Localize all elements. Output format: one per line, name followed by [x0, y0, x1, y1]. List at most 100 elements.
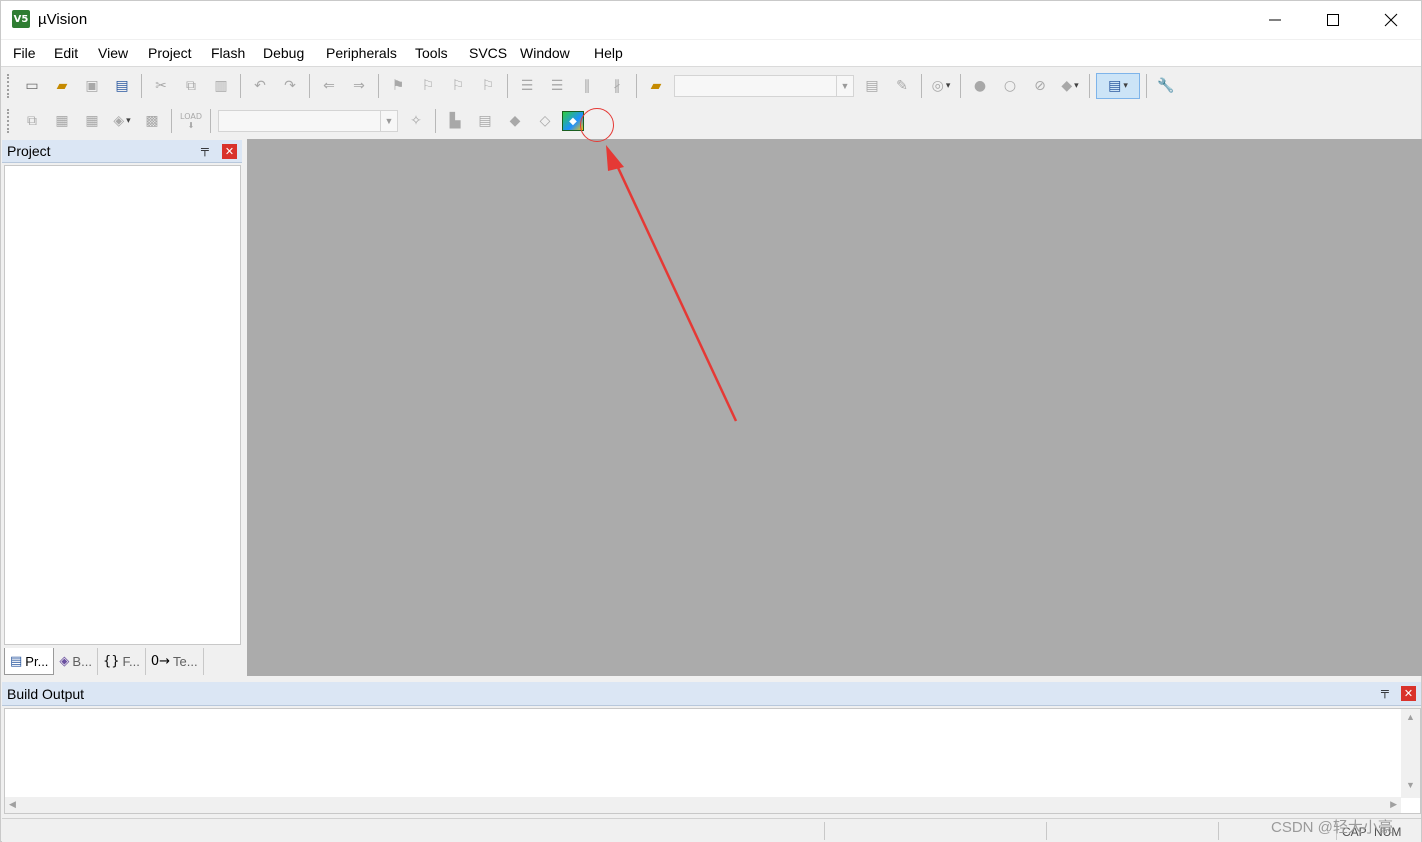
minimize-button[interactable]: [1246, 1, 1304, 39]
window-title: µVision: [38, 11, 88, 28]
new-file-icon[interactable]: ▭: [19, 73, 45, 99]
editor-area[interactable]: [247, 139, 1422, 676]
chevron-down-icon[interactable]: ▼: [380, 111, 397, 131]
toolbar-grip[interactable]: [7, 74, 11, 98]
insert-breakpoint-icon[interactable]: ●: [967, 73, 993, 99]
select-packs-icon[interactable]: ◆: [502, 108, 528, 134]
kill-breakpoints-icon[interactable]: ◆: [1057, 73, 1083, 99]
close-pane-button[interactable]: ✕: [222, 144, 237, 159]
file-toolbar: ▭ ▰ ▣ ▤ ✂ ⧉ ▥ ↶ ↷ ⇐ ⇒ ⚑ ⚐ ⚐ ⚐ ☰ ☰ ∥ ∦ ▰ …: [7, 70, 1181, 102]
templates-tab-icon: 0→: [150, 654, 170, 669]
menu-project[interactable]: Project: [148, 45, 192, 61]
menu-help[interactable]: Help: [594, 45, 623, 61]
build-icon[interactable]: ▦: [49, 108, 75, 134]
maximize-button[interactable]: [1304, 1, 1362, 39]
horizontal-scrollbar[interactable]: ◀ ▶: [5, 797, 1401, 813]
translate-icon[interactable]: ⧉: [19, 108, 45, 134]
project-tab-icon: ▤: [10, 653, 23, 669]
open-file-icon[interactable]: ▰: [49, 73, 75, 99]
batch-build-icon[interactable]: ◈: [109, 108, 135, 134]
menu-tools[interactable]: Tools: [415, 45, 448, 61]
clear-bookmarks-icon[interactable]: ⚐: [475, 73, 501, 99]
target-options-icon[interactable]: ✧: [403, 108, 429, 134]
tab-templates[interactable]: 0→ Te...: [146, 648, 204, 675]
toolbar-grip[interactable]: [7, 109, 11, 133]
pin-icon[interactable]: ╤: [1381, 686, 1389, 698]
configure-icon[interactable]: 🔧: [1153, 73, 1179, 99]
find-in-files-icon[interactable]: ▰: [643, 73, 669, 99]
rebuild-icon[interactable]: ▦: [79, 108, 105, 134]
menu-file[interactable]: File: [13, 45, 36, 61]
csdn-watermark: CSDN @轻大小豪: [1271, 819, 1393, 836]
undo-icon[interactable]: ↶: [247, 73, 273, 99]
stop-build-icon[interactable]: ▩: [139, 108, 165, 134]
menu-window[interactable]: Window: [520, 45, 570, 61]
tab-functions[interactable]: {} F...: [98, 648, 146, 675]
prev-bookmark-icon[interactable]: ⚐: [415, 73, 441, 99]
scroll-right-icon[interactable]: ▶: [1390, 799, 1397, 810]
tab-project[interactable]: ▤ Pr...: [4, 648, 55, 675]
build-output-header: Build Output ╤ ✕: [2, 682, 1421, 706]
paste-icon[interactable]: ▥: [208, 73, 234, 99]
tab-functions-label: F...: [122, 654, 140, 669]
download-icon[interactable]: LOAD ⬇: [178, 108, 204, 134]
status-divider: [1218, 822, 1219, 840]
manage-components-icon[interactable]: ▤: [472, 108, 498, 134]
load-label: LOAD: [180, 112, 202, 121]
annotation-circle: [580, 108, 614, 142]
incremental-find-icon[interactable]: ✎: [889, 73, 915, 99]
project-tree[interactable]: [4, 165, 241, 645]
file-extensions-icon[interactable]: ▙: [442, 108, 468, 134]
uncomment-icon[interactable]: ∦: [604, 73, 630, 99]
close-build-output-button[interactable]: ✕: [1401, 686, 1416, 701]
close-icon: [1384, 13, 1398, 27]
save-icon[interactable]: ▣: [79, 73, 105, 99]
redo-icon[interactable]: ↷: [277, 73, 303, 99]
menu-svcs[interactable]: SVCS: [469, 45, 507, 61]
vertical-scrollbar[interactable]: ▲ ▼: [1401, 709, 1420, 798]
scroll-up-icon[interactable]: ▲: [1401, 709, 1420, 722]
menu-peripherals[interactable]: Peripherals: [326, 45, 397, 61]
toolbar-separator: [507, 74, 508, 98]
save-all-icon[interactable]: ▤: [109, 73, 135, 99]
pin-icon[interactable]: ╤: [201, 144, 209, 156]
target-select-combo[interactable]: ▼: [218, 110, 398, 132]
copy-icon[interactable]: ⧉: [178, 73, 204, 99]
navigate-forward-icon[interactable]: ⇒: [346, 73, 372, 99]
status-divider: [1046, 822, 1047, 840]
pack-installer-icon[interactable]: ◇: [532, 108, 558, 134]
uvision-logo-icon: V5: [12, 10, 30, 28]
menu-debug[interactable]: Debug: [263, 45, 304, 61]
status-bar: CAP NUM: [2, 818, 1421, 842]
cut-icon[interactable]: ✂: [148, 73, 174, 99]
debug-session-icon[interactable]: ◎: [928, 73, 954, 99]
tab-project-label: Pr...: [25, 653, 49, 669]
next-bookmark-icon[interactable]: ⚐: [445, 73, 471, 99]
uvision-window: V5 µVision File Edit View Project Flash …: [0, 0, 1422, 842]
books-tab-icon: ◈: [59, 654, 70, 669]
chevron-down-icon[interactable]: ▼: [836, 76, 853, 96]
find-combo[interactable]: ▼: [674, 75, 854, 97]
minimize-icon: [1269, 19, 1281, 21]
bookmark-icon[interactable]: ⚑: [385, 73, 411, 99]
title-bar: V5 µVision: [1, 1, 1421, 39]
unindent-icon[interactable]: ☰: [544, 73, 570, 99]
annotation-arrow: [606, 145, 738, 422]
find-icon[interactable]: ▤: [859, 73, 885, 99]
close-window-button[interactable]: [1362, 1, 1420, 39]
scroll-down-icon[interactable]: ▼: [1401, 780, 1420, 790]
tab-books[interactable]: ◈ B...: [54, 648, 98, 675]
scroll-left-icon[interactable]: ◀: [9, 799, 16, 810]
project-pane-title: Project: [7, 143, 51, 159]
disable-breakpoints-icon[interactable]: ⊘: [1027, 73, 1053, 99]
indent-icon[interactable]: ☰: [514, 73, 540, 99]
navigate-back-icon[interactable]: ⇐: [316, 73, 342, 99]
menu-view[interactable]: View: [98, 45, 128, 61]
comment-icon[interactable]: ∥: [574, 73, 600, 99]
toolbar-separator: [171, 109, 172, 133]
window-layout-icon[interactable]: ▤: [1096, 73, 1140, 99]
menu-edit[interactable]: Edit: [54, 45, 78, 61]
enable-breakpoint-icon[interactable]: ○: [997, 73, 1023, 99]
build-output-text[interactable]: ▲ ▼ ◀ ▶: [4, 708, 1421, 814]
menu-flash[interactable]: Flash: [211, 45, 245, 61]
